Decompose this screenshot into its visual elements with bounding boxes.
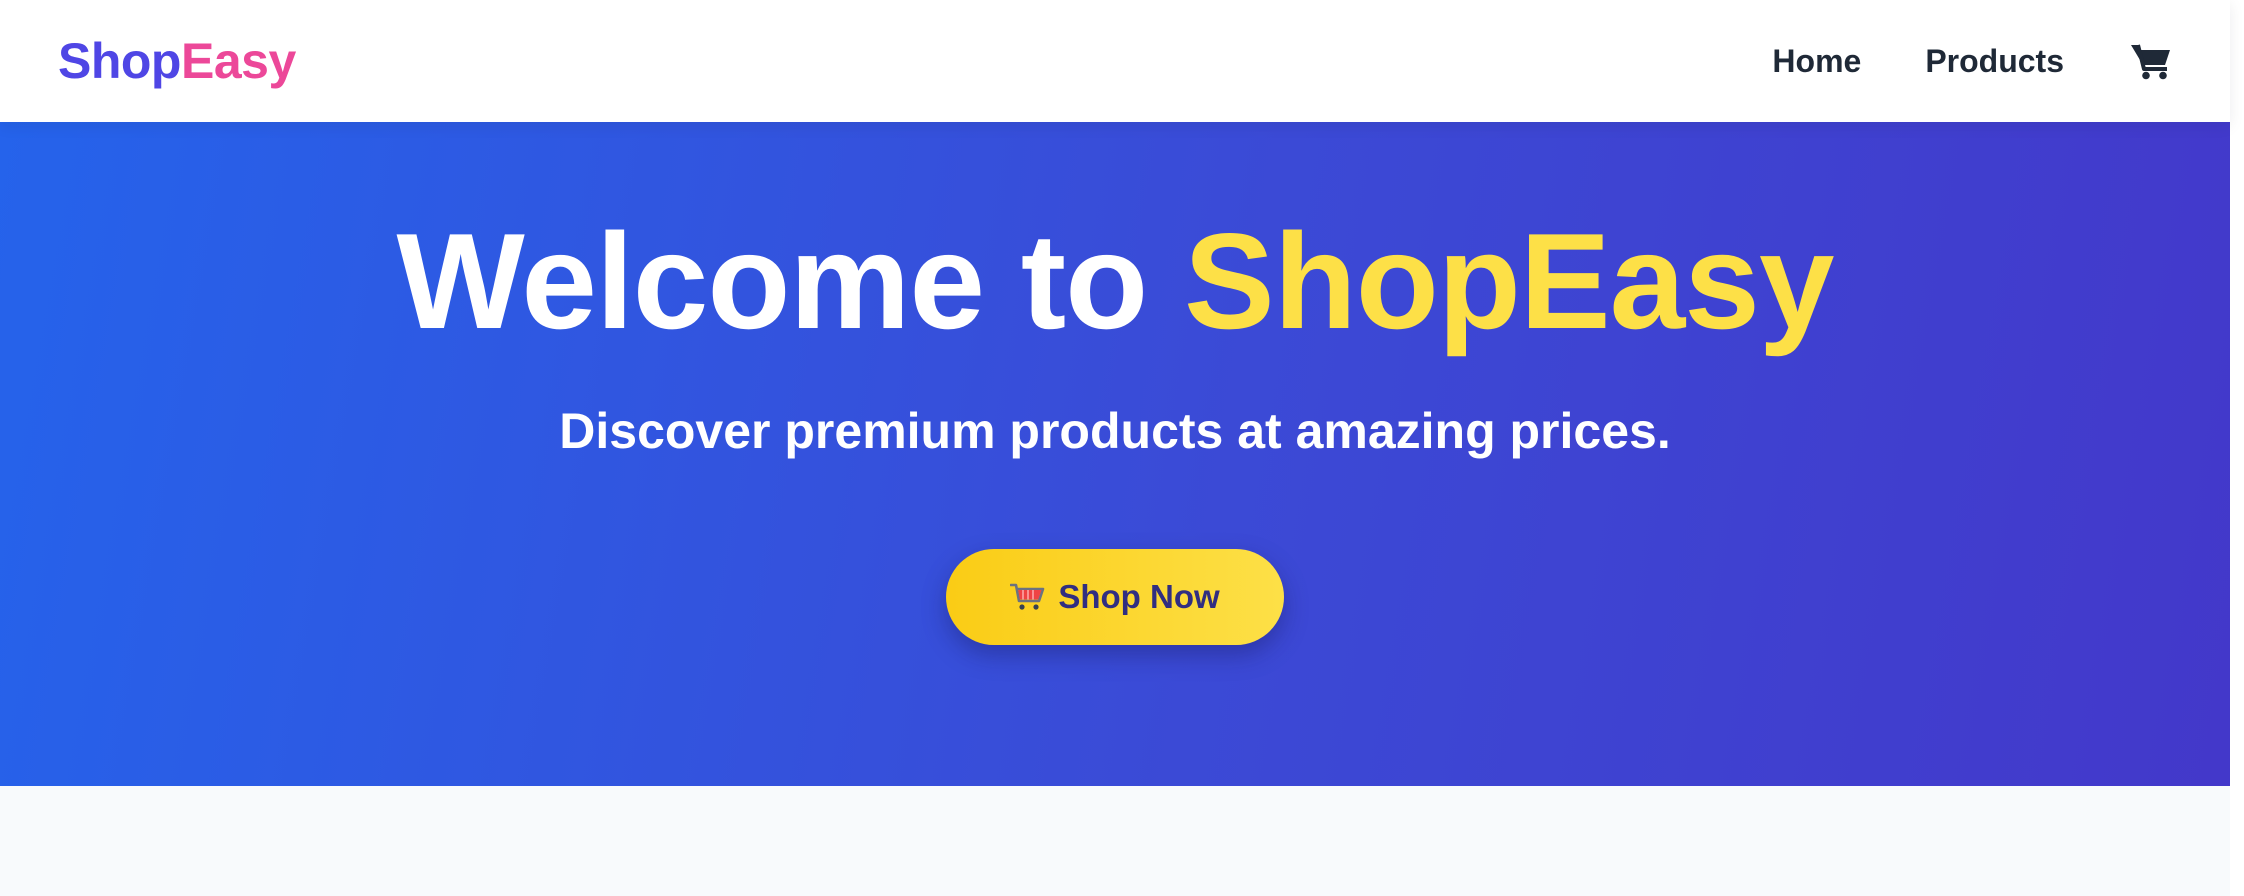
navbar: ShopEasy Home Products — [0, 0, 2230, 122]
hero-title-highlight: ShopEasy — [1183, 205, 1835, 357]
page: ShopEasy Home Products Welcome to ShopEa… — [0, 0, 2244, 896]
logo-part-shop: Shop — [58, 33, 181, 89]
scrollbar-track[interactable] — [2230, 0, 2244, 896]
hero-subtitle: Discover premium products at amazing pri… — [559, 402, 1671, 459]
cart-button[interactable] — [2130, 42, 2172, 80]
page-content: ShopEasy Home Products Welcome to ShopEa… — [0, 0, 2230, 896]
hero-title-prefix: Welcome to — [396, 205, 1184, 357]
hero-title: Welcome to ShopEasy — [396, 210, 1834, 353]
hero-section: Welcome to ShopEasy Discover premium pro… — [0, 122, 2230, 786]
nav-link-products[interactable]: Products — [1925, 43, 2064, 80]
nav-links: Home Products — [1772, 42, 2172, 80]
shop-now-label: Shop Now — [1058, 577, 1220, 615]
shop-now-button[interactable]: Shop Now — [946, 548, 1284, 645]
logo-part-easy: Easy — [180, 33, 296, 89]
shopping-cart-icon — [2130, 42, 2172, 80]
nav-link-home[interactable]: Home — [1772, 43, 1861, 80]
shopping-cart-emoji-icon — [1010, 581, 1046, 613]
logo[interactable]: ShopEasy — [58, 32, 296, 90]
